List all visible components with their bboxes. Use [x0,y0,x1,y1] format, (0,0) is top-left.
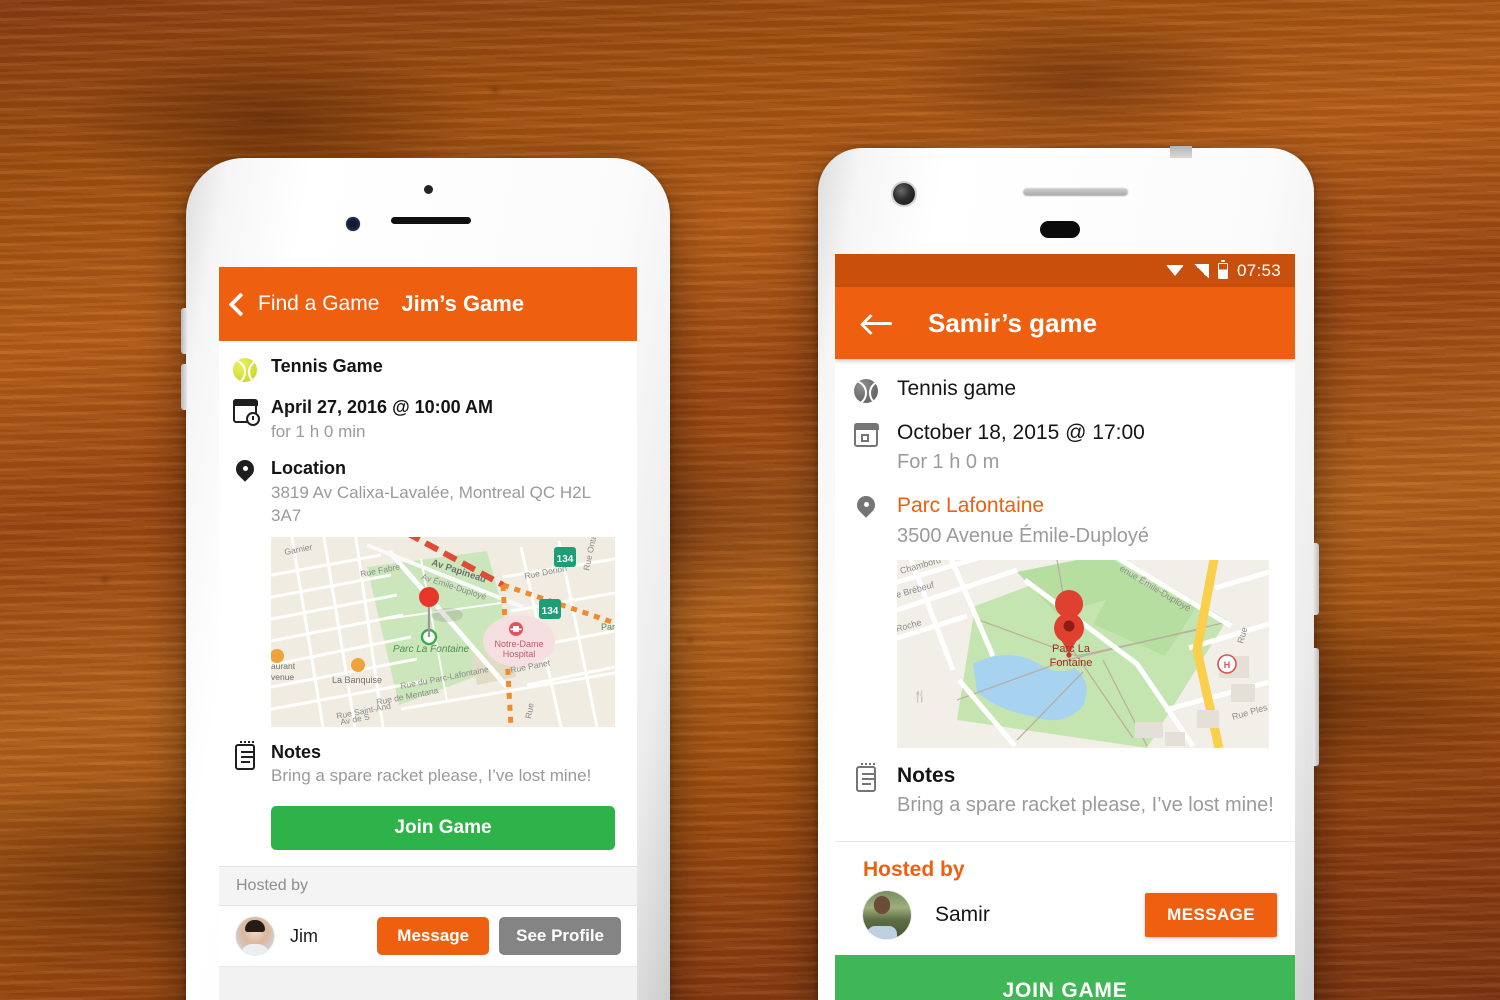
battery-icon [1217,259,1228,279]
android-venue-name[interactable]: Parc Lafontaine [897,492,1277,519]
android-message-button[interactable]: MESSAGE [1145,892,1277,937]
iphone-proximity-sensor [424,185,433,194]
scene-background: Find a Game Jim’s Game Tennis Game April… [0,0,1500,1000]
ios-map-canvas: 134 134 Garnier Rue Fabre Rue Dorion Rue… [271,536,615,727]
ios-join-game-button[interactable]: Join Game [271,806,615,851]
host-avatar-samir[interactable] [863,890,911,939]
wifi-icon [1165,264,1184,277]
android-sport-label: Tennis game [897,377,1017,400]
android-antenna-band [1170,146,1192,158]
ios-back-button[interactable]: Find a Game [228,291,380,317]
ios-host-row: Jim Message See Profile [219,906,637,968]
ios-location-row: Location 3819 Av Calixa-Lavalée, Montrea… [219,443,637,866]
iphone-volume-up-button[interactable] [181,308,187,354]
android-status-bar: 07:53 [835,254,1295,287]
chevron-left-icon [228,291,253,317]
android-earpiece-speaker [1023,188,1128,196]
calendar-clock-icon [219,396,271,443]
android-duration: For 1 h 0 m [897,451,1000,474]
android-device: 07:53 Samir’s game Tennis game October 1… [818,146,1319,1000]
ios-hosted-by-label: Hosted by [219,866,637,907]
iphone-screen: Find a Game Jim’s Game Tennis Game April… [219,267,637,1000]
android-volume-button[interactable] [1313,648,1319,766]
svg-text:Hospital: Hospital [503,649,536,659]
android-map-canvas: H 🍴 Chambord e Brébeuf Roche enue Émile-… [897,559,1269,748]
ios-see-profile-button[interactable]: See Profile [499,917,621,956]
svg-text:🍴: 🍴 [913,690,927,703]
android-status-time: 07:53 [1236,260,1281,280]
ios-location-address: 3819 Av Calixa-Lavalée, Montreal QC H2L … [271,482,591,525]
android-join-game-button[interactable]: JOIN GAME [835,954,1295,1000]
cellular-signal-icon [1192,263,1209,278]
svg-text:H: H [1224,660,1231,670]
android-location-address: 3500 Avenue Émile-Duployé [897,524,1150,547]
svg-text:Parc La: Parc La [1052,643,1091,655]
android-sensor-pill [1040,221,1080,238]
notepad-icon [219,740,271,788]
ios-datetime-row: April 27, 2016 @ 10:00 AM for 1 h 0 min [219,382,637,443]
android-screen: 07:53 Samir’s game Tennis game October 1… [835,254,1295,1000]
svg-text:venue: venue [271,672,294,682]
ios-location-map[interactable]: 134 134 Garnier Rue Fabre Rue Dorion Rue… [271,536,615,727]
svg-text:134: 134 [542,606,559,617]
android-datetime-value: October 18, 2015 @ 17:00 [897,421,1145,444]
android-page-title: Samir’s game [928,307,1098,338]
arrow-left-icon[interactable] [863,313,893,333]
android-notes-text: Bring a spare racket please, I’ve lost m… [897,793,1274,816]
tennis-ball-icon [219,355,271,382]
iphone-volume-down-button[interactable] [181,364,187,410]
host-avatar-jim[interactable] [236,917,274,956]
ios-host-name: Jim [290,925,318,946]
svg-text:Notre-Dame: Notre-Dame [494,639,543,649]
android-location-map[interactable]: H 🍴 Chambord e Brébeuf Roche enue Émile-… [897,559,1269,748]
ios-sport-row: Tennis Game [219,341,637,382]
ios-notes-text: Bring a spare racket please, I’ve lost m… [271,766,592,786]
ios-sport-label: Tennis Game [271,356,383,376]
android-power-button[interactable] [1313,543,1319,615]
ios-notes-row: Notes Bring a spare racket please, I’ve … [235,740,621,788]
ios-duration: for 1 h 0 min [271,421,366,441]
ios-navigation-bar: Find a Game Jim’s Game [219,267,637,341]
ios-location-label: Location [271,458,346,479]
android-sport-row: Tennis game [835,359,1295,403]
svg-text:Fontaine: Fontaine [1050,657,1093,669]
android-host-name: Samir [935,902,990,926]
ios-content: Tennis Game April 27, 2016 @ 10:00 AM fo… [219,341,637,1000]
svg-text:Parc: Parc [601,622,615,632]
android-datetime-row: October 18, 2015 @ 17:00 For 1 h 0 m [835,403,1295,476]
android-notes-label: Notes [897,763,956,787]
android-app-bar: Samir’s game [835,287,1295,359]
ios-footer-area [219,967,637,1000]
iphone-earpiece-speaker [391,217,471,224]
ios-message-button[interactable]: Message [377,917,490,956]
android-front-camera [893,183,915,205]
map-pin-icon [835,492,897,747]
ios-datetime-value: April 27, 2016 @ 10:00 AM [271,397,493,417]
ios-page-title: Jim’s Game [401,291,525,316]
android-host-row: Samir MESSAGE [835,882,1295,955]
map-pin-icon [219,457,271,866]
android-location-row: Parc Lafontaine 3500 Avenue Émile-Duploy… [835,476,1295,748]
tennis-ball-icon [835,375,897,403]
iphone-front-camera [346,217,360,231]
svg-text:Parc La Fontaine: Parc La Fontaine [393,644,470,655]
android-hosted-by-label: Hosted by [863,857,965,881]
android-notes-row: Notes Bring a spare racket please, I’ve … [835,748,1295,819]
ios-notes-label: Notes [271,741,322,762]
svg-text:La Banquise: La Banquise [332,675,382,685]
iphone-device: Find a Game Jim’s Game Tennis Game April… [181,158,670,1000]
notepad-icon [835,762,897,819]
svg-text:aurant: aurant [271,661,296,671]
calendar-icon [835,419,897,476]
ios-back-label: Find a Game [258,292,380,315]
